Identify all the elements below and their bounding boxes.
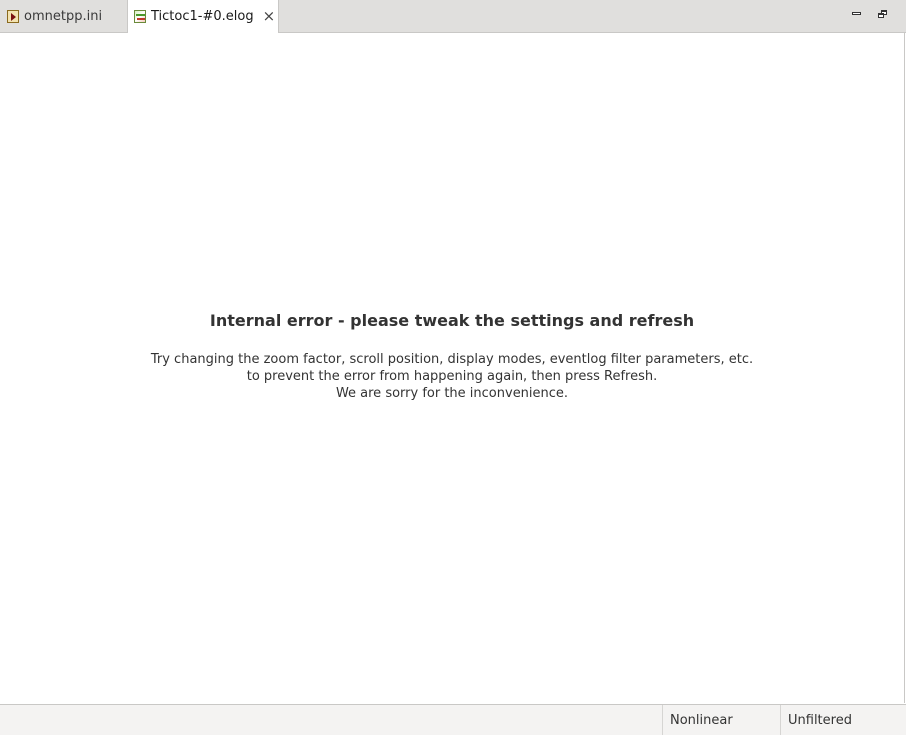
- eventlog-file-icon: [134, 10, 146, 23]
- sequence-chart-canvas[interactable]: Internal error - please tweak the settin…: [0, 33, 905, 703]
- error-line: to prevent the error from happening agai…: [246, 369, 658, 384]
- editor-tab-bar: omnetpp.ini Tictoc1-#0.elog ×: [0, 0, 906, 33]
- ini-file-icon: [7, 9, 19, 23]
- error-message: Try changing the zoom factor, scroll pos…: [0, 351, 904, 402]
- timeline-mode-status: Nonlinear: [662, 705, 780, 735]
- close-icon[interactable]: ×: [263, 9, 276, 24]
- status-bar: Nonlinear Unfiltered: [0, 704, 906, 735]
- filter-status: Unfiltered: [780, 705, 906, 735]
- tab-tictoc1-elog[interactable]: Tictoc1-#0.elog ×: [127, 0, 279, 33]
- tab-omnetpp-ini[interactable]: omnetpp.ini: [0, 0, 127, 32]
- error-title: Internal error - please tweak the settin…: [209, 311, 695, 330]
- minimize-icon[interactable]: [850, 8, 864, 20]
- error-line: Try changing the zoom factor, scroll pos…: [150, 352, 754, 367]
- restore-icon[interactable]: [877, 8, 891, 20]
- tab-label: omnetpp.ini: [24, 8, 103, 24]
- tab-label: Tictoc1-#0.elog: [151, 9, 254, 24]
- error-line: We are sorry for the inconvenience.: [335, 386, 569, 401]
